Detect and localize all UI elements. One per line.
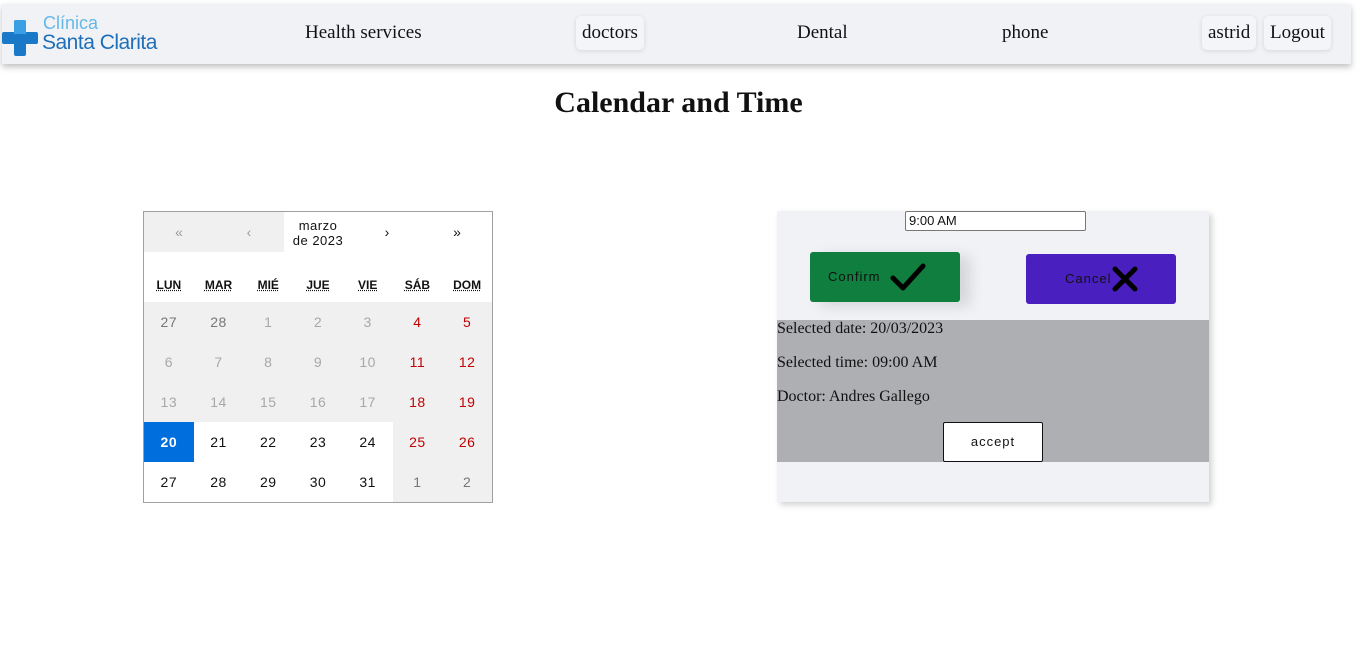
weekday-label: JUE <box>306 278 330 292</box>
weekday-header: LUN MAR MIÉ JUE VIE SÁB DOM <box>144 278 492 298</box>
next-year-button[interactable]: » <box>422 212 492 252</box>
calendar-day[interactable]: 19 <box>442 382 492 422</box>
doctor-text: Doctor: Andres Gallego <box>777 388 930 405</box>
calendar-day[interactable]: 26 <box>442 422 492 462</box>
nav-phone[interactable]: phone <box>1002 22 1048 44</box>
calendar-day[interactable]: 29 <box>243 462 294 502</box>
calendar-day[interactable]: 11 <box>392 342 443 382</box>
month-name: marzo <box>298 218 338 233</box>
booking-panel: 9:00 AM Confirm Cancel Selected date: 20… <box>777 211 1209 502</box>
cancel-label: Cancel <box>1065 271 1112 286</box>
calendar-day[interactable]: 2 <box>293 302 343 342</box>
calendar-day[interactable]: 14 <box>193 382 244 422</box>
nav-health-services[interactable]: Health services <box>305 22 422 44</box>
calendar-day[interactable]: 16 <box>293 382 343 422</box>
calendar-day[interactable]: 1 <box>243 302 294 342</box>
top-navbar: Clínica Santa Clarita Health services do… <box>2 4 1351 64</box>
calendar-day[interactable]: 8 <box>243 342 294 382</box>
weekday-label: DOM <box>453 278 482 292</box>
selected-time-text: Selected time: 09:00 AM <box>777 354 938 371</box>
calendar-day[interactable]: 6 <box>144 342 194 382</box>
accept-button[interactable]: accept <box>943 422 1043 462</box>
month-year: de 2023 <box>292 233 344 248</box>
calendar-day[interactable]: 22 <box>243 422 294 462</box>
weekday-label: SÁB <box>404 278 431 292</box>
calendar-day[interactable]: 15 <box>243 382 294 422</box>
calendar-day[interactable]: 13 <box>144 382 194 422</box>
calendar-day[interactable]: 7 <box>193 342 244 382</box>
prev-month-button[interactable]: ‹ <box>214 212 284 252</box>
calendar-day[interactable]: 4 <box>392 302 443 342</box>
calendar-day[interactable]: 31 <box>342 462 393 502</box>
calendar-day[interactable]: 18 <box>392 382 443 422</box>
prev-year-button[interactable]: « <box>144 212 214 252</box>
weekday-label: LUN <box>156 278 182 292</box>
selected-date-text: Selected date: 20/03/2023 <box>777 320 944 337</box>
calendar-day[interactable]: 17 <box>342 382 393 422</box>
calendar-navigation: « ‹ marzo de 2023 › » <box>144 212 492 252</box>
calendar-day[interactable]: 28 <box>193 302 244 342</box>
cancel-button[interactable]: Cancel <box>1026 254 1176 304</box>
nav-doctors[interactable]: doctors <box>576 16 644 50</box>
clinic-logo[interactable]: Clínica Santa Clarita <box>2 13 162 58</box>
logout-button[interactable]: Logout <box>1264 16 1331 50</box>
user-menu-button[interactable]: astrid <box>1202 16 1257 50</box>
time-input[interactable]: 9:00 AM <box>905 211 1086 231</box>
weekday-label: MIÉ <box>257 278 279 292</box>
calendar-day[interactable]: 24 <box>342 422 393 462</box>
calendar-day[interactable]: 25 <box>392 422 443 462</box>
logo-text-bottom: Santa Clarita <box>42 31 157 54</box>
calendar-day[interactable]: 12 <box>442 342 492 382</box>
calendar-day[interactable]: 5 <box>442 302 492 342</box>
calendar-day[interactable]: 20 <box>144 422 194 462</box>
calendar-day[interactable]: 9 <box>293 342 343 382</box>
appointment-summary: Selected date: 20/03/2023 Selected time:… <box>777 320 1209 462</box>
calendar-day[interactable]: 3 <box>342 302 393 342</box>
calendar-day[interactable]: 21 <box>193 422 244 462</box>
calendar-day[interactable]: 2 <box>442 462 492 502</box>
calendar-day[interactable]: 10 <box>342 342 393 382</box>
calendar-day[interactable]: 27 <box>144 302 194 342</box>
confirm-label: Confirm <box>828 269 881 284</box>
calendar-day[interactable]: 30 <box>293 462 343 502</box>
calendar-days-grid: 27 28 1 2 3 4 5 6 7 8 9 10 11 12 13 14 15 16 17 18 19 20 21 22 2… <box>144 302 492 502</box>
month-label-button[interactable]: marzo de 2023 <box>284 218 352 248</box>
calendar-widget: « ‹ marzo de 2023 › » LUN MAR MIÉ JUE VIE SÁB… <box>143 211 493 503</box>
calendar-day[interactable]: 23 <box>293 422 343 462</box>
page-title: Calendar and Time <box>554 86 803 119</box>
next-month-button[interactable]: › <box>352 212 422 252</box>
weekday-label: VIE <box>358 278 378 292</box>
weekday-label: MAR <box>204 278 233 292</box>
close-icon <box>1112 266 1138 292</box>
confirm-button[interactable]: Confirm <box>810 252 960 302</box>
calendar-day[interactable]: 27 <box>144 462 194 502</box>
calendar-day[interactable]: 1 <box>392 462 443 502</box>
calendar-day[interactable]: 28 <box>193 462 244 502</box>
checkmark-icon <box>890 263 926 291</box>
nav-dental[interactable]: Dental <box>797 22 848 44</box>
medical-cross-icon <box>2 20 38 56</box>
